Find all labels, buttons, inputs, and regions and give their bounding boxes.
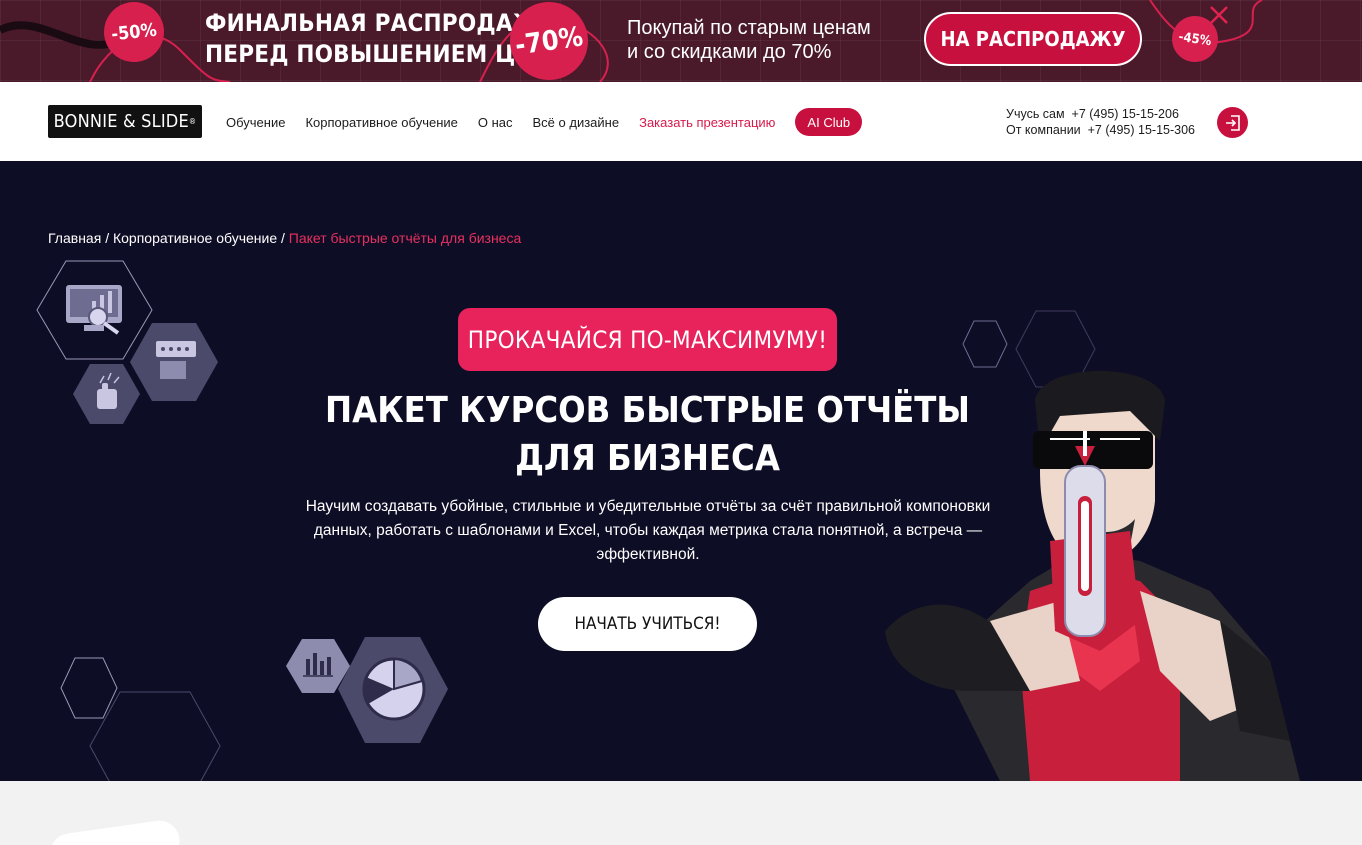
sale-button[interactable]: НА РАСПРОДАЖУ	[924, 12, 1142, 66]
promo-subtitle-line1: Покупай по старым ценам	[627, 17, 871, 39]
promo-title-line2: ПЕРЕД ПОВЫШЕНИЕМ ЦЕН	[205, 40, 549, 68]
hex-outline-large	[89, 691, 221, 781]
contact-company-phone[interactable]: +7 (495) 15-15-306	[1088, 123, 1195, 137]
promo-subtitle-line2: и со скидками до 70%	[627, 41, 832, 63]
breadcrumb-section[interactable]: Корпоративное обучение	[113, 230, 277, 246]
contact-self-phone[interactable]: +7 (495) 15-15-206	[1072, 107, 1179, 121]
hex-outline-small	[60, 657, 118, 719]
login-icon[interactable]	[1217, 107, 1248, 138]
logo[interactable]: BONNIE & SLIDE ®	[48, 105, 202, 138]
contact-self-label: Учусь сам	[1006, 107, 1065, 121]
breadcrumb-separator: /	[281, 230, 285, 246]
ai-club-button[interactable]: AI Club	[795, 108, 863, 136]
breadcrumb-separator: /	[105, 230, 110, 246]
analytics-hex-icon	[36, 260, 153, 360]
nav-item-design[interactable]: Всё о дизайне	[533, 115, 620, 130]
nav-item-about[interactable]: О нас	[478, 115, 513, 130]
mascot-illustration	[885, 371, 1300, 781]
contact-company: От компании +7 (495) 15-15-306	[1006, 122, 1195, 138]
nav-item-learning[interactable]: Обучение	[226, 115, 285, 130]
logo-registered-mark: ®	[188, 117, 197, 126]
site-header: BONNIE & SLIDE ® Обучение Корпоративное о…	[0, 82, 1362, 161]
promo-subtitle: Покупай по старым ценам и со скидками до…	[627, 16, 871, 64]
main-nav: Обучение Корпоративное обучение О нас Вс…	[226, 108, 863, 136]
touch-hex-icon	[73, 364, 140, 424]
contact-self: Учусь сам +7 (495) 15-15-206	[1006, 106, 1195, 122]
breadcrumb: Главная / Корпоративное обучение / Пакет…	[48, 230, 521, 246]
breadcrumb-home[interactable]: Главная	[48, 230, 101, 246]
decorative-sticker	[47, 818, 183, 845]
close-icon[interactable]	[1206, 4, 1232, 30]
promo-title-line1: ФИНАЛЬНАЯ РАСПРОДАЖА	[205, 9, 557, 37]
pie-chart-hex-icon	[338, 637, 448, 743]
hero-section: Главная / Корпоративное обучение / Пакет…	[0, 161, 1362, 781]
contact-company-label: От компании	[1006, 123, 1081, 137]
next-section	[0, 781, 1362, 845]
breadcrumb-current: Пакет быстрые отчёты для бизнеса	[288, 230, 522, 246]
start-learning-button[interactable]: НАЧАТЬ УЧИТЬСЯ!	[538, 597, 757, 651]
nav-item-order-presentation[interactable]: Заказать презентацию	[639, 115, 775, 130]
contacts: Учусь сам +7 (495) 15-15-206 От компании…	[1006, 106, 1195, 138]
promo-tag: ПРОКАЧАЙСЯ ПО-МАКСИМУМУ!	[458, 308, 837, 371]
promo-title: ФИНАЛЬНАЯ РАСПРОДАЖА ПЕРЕД ПОВЫШЕНИЕМ ЦЕ…	[205, 8, 556, 70]
logo-text: BONNIE & SLIDE	[53, 111, 189, 132]
rating-hex-icon	[130, 323, 218, 401]
promo-banner: -50% ФИНАЛЬНАЯ РАСПРОДАЖА ПЕРЕД ПОВЫШЕНИ…	[0, 0, 1362, 82]
nav-item-corporate[interactable]: Корпоративное обучение	[305, 115, 457, 130]
